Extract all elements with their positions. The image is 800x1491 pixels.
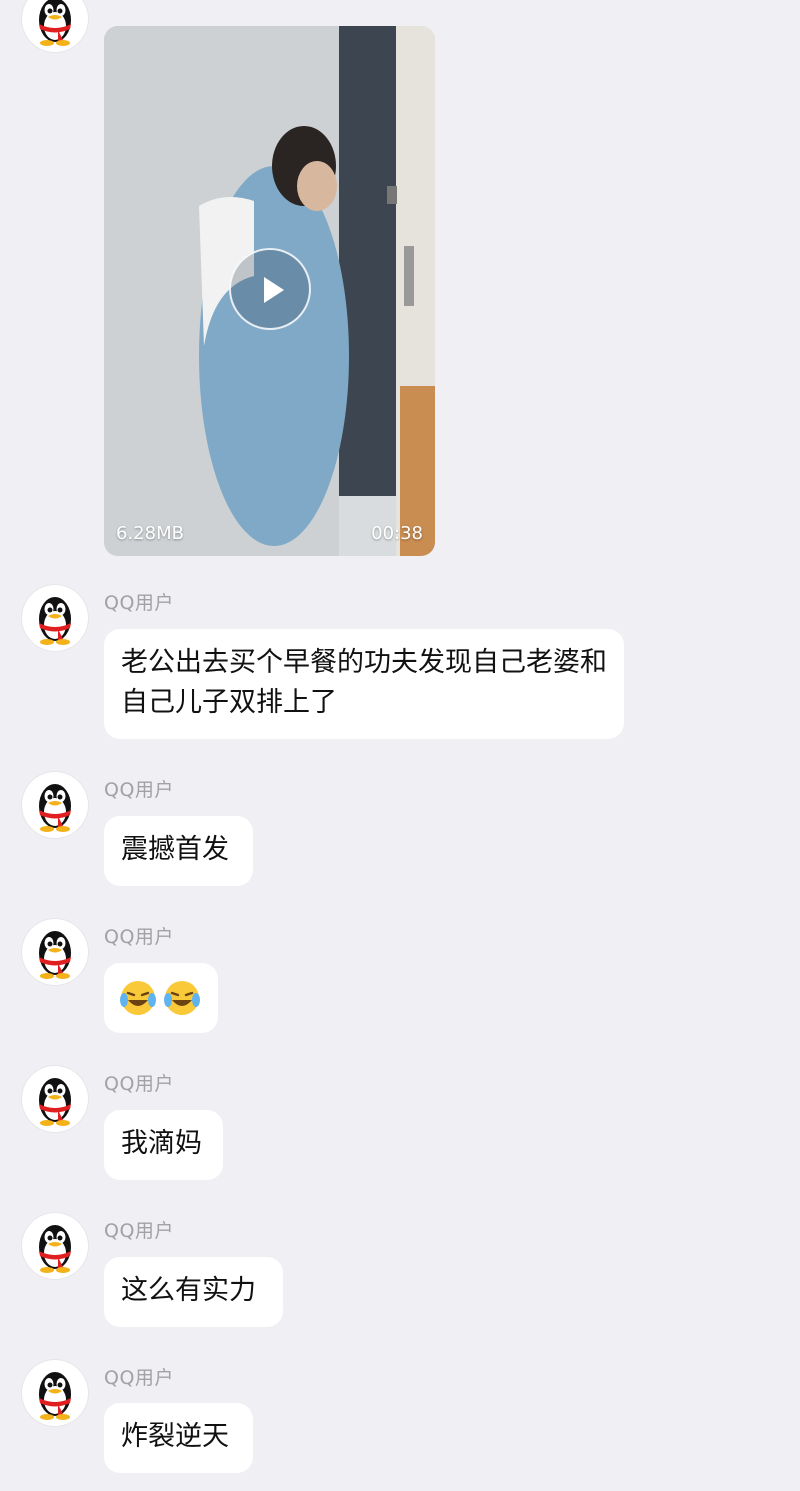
message-bubble[interactable]: 震撼首发 <box>104 816 253 886</box>
laugh-cry-emoji-icon <box>120 981 156 1015</box>
qq-penguin-icon <box>39 597 71 645</box>
avatar[interactable] <box>22 0 88 52</box>
sender-name: QQ用户 <box>104 1073 174 1095</box>
qq-penguin-icon <box>39 1078 71 1126</box>
avatar[interactable] <box>22 1360 88 1426</box>
sender-name: QQ用户 <box>104 592 174 614</box>
video-thumbnail[interactable]: 6.28MB 00:38 <box>104 26 435 556</box>
avatar[interactable] <box>22 585 88 651</box>
video-file-size: 6.28MB <box>116 523 184 544</box>
avatar[interactable] <box>22 1213 88 1279</box>
sender-name: QQ用户 <box>104 779 174 801</box>
qq-penguin-icon <box>39 931 71 979</box>
sender-name: QQ用户 <box>104 926 174 948</box>
message-bubble[interactable]: 炸裂逆天 <box>104 1403 253 1473</box>
sender-name: QQ用户 <box>104 1367 174 1389</box>
qq-penguin-icon <box>39 784 71 832</box>
play-button[interactable] <box>229 248 311 330</box>
sender-name: QQ用户 <box>104 1220 174 1242</box>
message-bubble[interactable]: 我滴妈 <box>104 1110 223 1180</box>
message-bubble[interactable]: 老公出去买个早餐的功夫发现自己老婆和自己儿子双排上了 <box>104 629 624 739</box>
video-duration: 00:38 <box>371 523 423 544</box>
qq-penguin-icon <box>39 1372 71 1420</box>
laugh-cry-emoji-icon <box>164 981 200 1015</box>
message-bubble[interactable] <box>104 963 218 1033</box>
qq-penguin-icon <box>39 0 71 46</box>
qq-penguin-icon <box>39 1225 71 1273</box>
avatar[interactable] <box>22 772 88 838</box>
avatar[interactable] <box>22 1066 88 1132</box>
message-bubble[interactable]: 这么有实力 <box>104 1257 283 1327</box>
avatar[interactable] <box>22 919 88 985</box>
